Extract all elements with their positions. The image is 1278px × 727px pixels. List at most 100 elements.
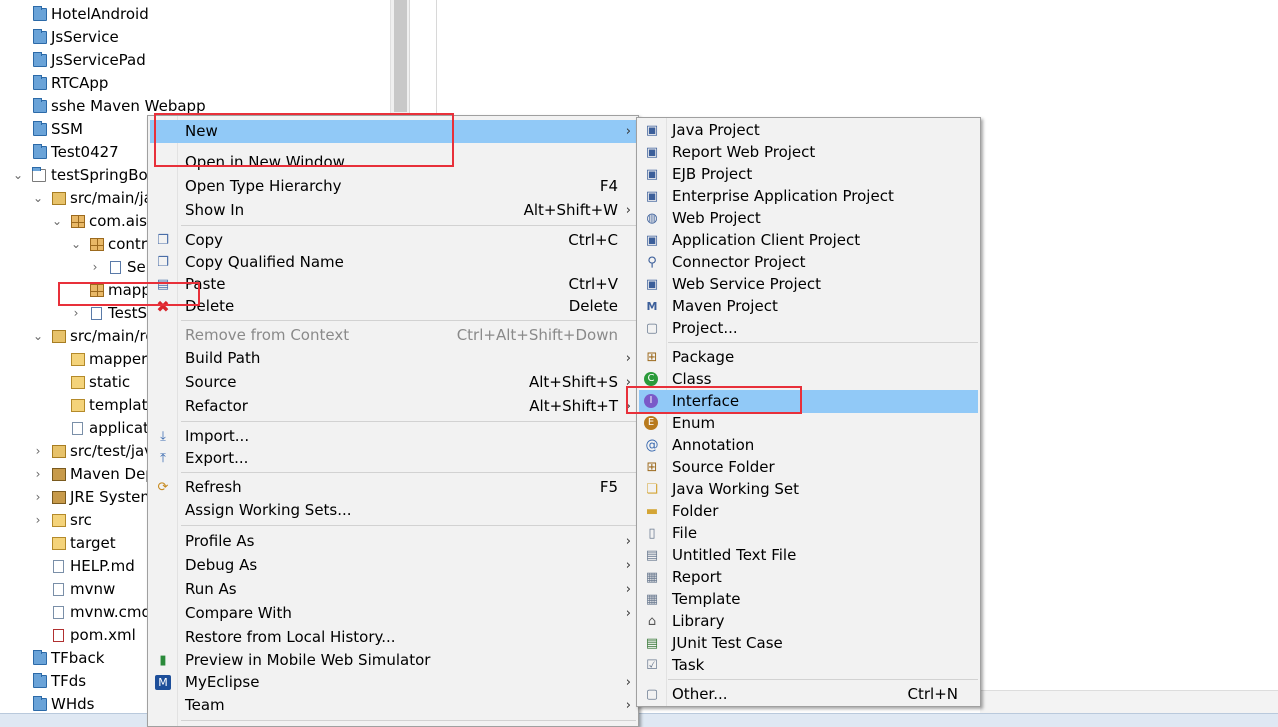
folder-icon: [52, 537, 66, 550]
menu-item-refactor[interactable]: Refactor Alt+Shift+T ›: [150, 395, 636, 418]
submenu-item-file[interactable]: ▯ File: [639, 522, 978, 545]
submenu-item-connector-project[interactable]: ⚲ Connector Project: [639, 251, 978, 274]
folder-icon: [71, 353, 85, 366]
submenu-item-enterprise-application-project[interactable]: ▣ Enterprise Application Project: [639, 185, 978, 208]
menu-item-import[interactable]: ⤓ Import...: [150, 425, 636, 448]
menu-item-assign-working-sets[interactable]: Assign Working Sets...: [150, 499, 636, 522]
enum-icon: E: [644, 416, 658, 430]
menu-item-label: Import...: [185, 427, 250, 445]
report-icon: ▦: [645, 570, 659, 585]
submenu-item-web-project[interactable]: ◍ Web Project: [639, 207, 978, 230]
chevron-down-icon[interactable]: ⌄: [32, 325, 44, 348]
chevron-right-icon[interactable]: ›: [32, 486, 44, 509]
menu-item-show-in[interactable]: Show In Alt+Shift+W ›: [150, 199, 636, 222]
menu-item-source[interactable]: Source Alt+Shift+S ›: [150, 371, 636, 394]
menu-item-copy-qualified-name[interactable]: ❐ Copy Qualified Name: [150, 251, 636, 274]
submenu-item-maven-project[interactable]: M Maven Project: [639, 295, 978, 318]
tree-item-rtcapp[interactable]: RTCApp: [0, 72, 390, 95]
submenu-item-task[interactable]: ☑ Task: [639, 654, 978, 677]
file-icon: [53, 560, 64, 573]
menu-item-label: Run As: [185, 580, 237, 598]
explorer-scroll-thumb[interactable]: [394, 0, 407, 112]
tree-item-label: Maven Dep: [70, 465, 155, 483]
file-icon: [53, 606, 64, 619]
tree-item-label: HotelAndroid: [51, 5, 149, 23]
chevron-down-icon[interactable]: ⌄: [70, 233, 82, 256]
submenu-item-untitled-text-file[interactable]: ▤ Untitled Text File: [639, 544, 978, 567]
menu-item-copy[interactable]: ❐ Copy Ctrl+C: [150, 229, 636, 252]
submenu-item-interface[interactable]: I Interface: [639, 390, 978, 413]
submenu-arrow-icon: ›: [625, 606, 631, 621]
menu-item-new[interactable]: New ›: [150, 120, 636, 143]
menu-item-myeclipse[interactable]: M MyEclipse ›: [150, 671, 636, 694]
menu-item-team[interactable]: Team ›: [150, 694, 636, 717]
submenu-item-folder[interactable]: ▬ Folder: [639, 500, 978, 523]
submenu-item-source-folder[interactable]: ⊞ Source Folder: [639, 456, 978, 479]
file-icon: [72, 422, 83, 435]
menu-separator: [668, 679, 978, 680]
project-folder-icon: [33, 144, 47, 159]
menu-item-export[interactable]: ⤒ Export...: [150, 447, 636, 470]
submenu-item-report-web-project[interactable]: ▣ Report Web Project: [639, 141, 978, 164]
menu-item-label: New: [185, 122, 218, 140]
menu-item-label: Remove from Context: [185, 326, 350, 344]
export-icon: ⤒: [160, 451, 166, 466]
tree-item-label: testSpringBo: [51, 166, 148, 184]
submenu-item-library[interactable]: ⌂ Library: [639, 610, 978, 633]
menu-item-preview-mobile-simulator[interactable]: ▮ Preview in Mobile Web Simulator: [150, 649, 636, 672]
menu-item-shortcut: Delete: [568, 297, 618, 315]
menu-item-run-as[interactable]: Run As ›: [150, 578, 636, 601]
connector-project-icon: ⚲: [647, 255, 657, 270]
xml-file-icon: [53, 629, 64, 642]
menu-item-debug-as[interactable]: Debug As ›: [150, 554, 636, 577]
chevron-right-icon[interactable]: ›: [32, 463, 44, 486]
chevron-right-icon[interactable]: ›: [89, 256, 101, 279]
menu-item-open-in-new-window[interactable]: Open in New Window: [150, 151, 636, 174]
submenu-item-application-client-project[interactable]: ▣ Application Client Project: [639, 229, 978, 252]
chevron-right-icon[interactable]: ›: [32, 509, 44, 532]
project-folder-icon: [33, 673, 47, 688]
tree-item-label: HELP.md: [70, 557, 135, 575]
menu-item-label: Report Web Project: [672, 143, 816, 161]
menu-item-compare-with[interactable]: Compare With ›: [150, 602, 636, 625]
submenu-item-report[interactable]: ▦ Report: [639, 566, 978, 589]
menu-item-shortcut: Alt+Shift+W: [523, 201, 618, 219]
menu-item-profile-as[interactable]: Profile As ›: [150, 530, 636, 553]
chevron-right-icon[interactable]: ›: [70, 302, 82, 325]
submenu-item-junit-test-case[interactable]: ▤ JUnit Test Case: [639, 632, 978, 655]
tree-item-jsservicepad[interactable]: JsServicePad: [0, 49, 390, 72]
submenu-item-template[interactable]: ▦ Template: [639, 588, 978, 611]
submenu-item-package[interactable]: ⊞ Package: [639, 346, 978, 369]
chevron-down-icon[interactable]: ⌄: [32, 187, 44, 210]
chevron-down-icon[interactable]: ⌄: [12, 164, 24, 187]
menu-item-label: Package: [672, 348, 735, 366]
tree-item-label: TFds: [51, 672, 87, 690]
submenu-item-annotation[interactable]: @ Annotation: [639, 434, 978, 457]
tree-item-jsservice[interactable]: JsService: [0, 26, 390, 49]
menu-item-label: Maven Project: [672, 297, 778, 315]
menu-item-refresh[interactable]: ⟳ Refresh F5: [150, 476, 636, 499]
submenu-item-other[interactable]: ▢ Other... Ctrl+N: [639, 683, 978, 706]
folder-icon: [52, 514, 66, 527]
submenu-item-web-service-project[interactable]: ▣ Web Service Project: [639, 273, 978, 296]
tree-item-label: contr: [108, 235, 147, 253]
chevron-right-icon[interactable]: ›: [32, 440, 44, 463]
menu-item-build-path[interactable]: Build Path ›: [150, 347, 636, 370]
submenu-item-enum[interactable]: E Enum: [639, 412, 978, 435]
submenu-item-class[interactable]: C Class: [639, 368, 978, 391]
menu-item-paste[interactable]: ▤ Paste Ctrl+V: [150, 273, 636, 296]
menu-item-label: Debug As: [185, 556, 258, 574]
submenu-item-java-working-set[interactable]: ❏ Java Working Set: [639, 478, 978, 501]
refresh-icon: ⟳: [157, 480, 169, 495]
menu-item-open-type-hierarchy[interactable]: Open Type Hierarchy F4: [150, 175, 636, 198]
submenu-item-project[interactable]: ▢ Project...: [639, 317, 978, 340]
source-folder-icon: [52, 445, 66, 458]
project-icon: ▢: [645, 321, 659, 336]
menu-item-restore-from-local-history[interactable]: Restore from Local History...: [150, 626, 636, 649]
tree-item-hotelandroid[interactable]: HotelAndroid: [0, 3, 390, 26]
submenu-item-ejb-project[interactable]: ▣ EJB Project: [639, 163, 978, 186]
menu-item-label: Copy Qualified Name: [185, 253, 344, 271]
chevron-down-icon[interactable]: ⌄: [51, 210, 63, 233]
menu-item-delete[interactable]: ✖ Delete Delete: [150, 295, 636, 318]
submenu-item-java-project[interactable]: ▣ Java Project: [639, 119, 978, 142]
